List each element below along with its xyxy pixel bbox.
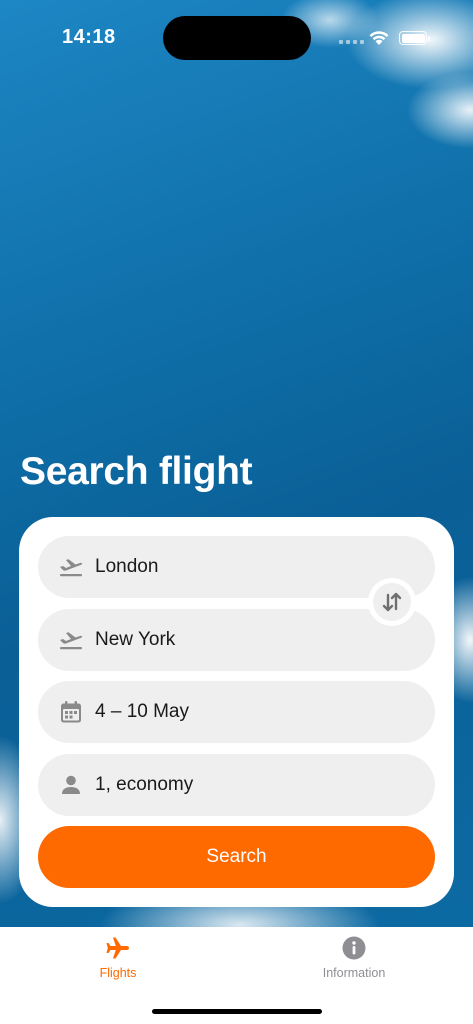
wifi-icon (369, 31, 389, 45)
tab-flights-label: Flights (99, 966, 137, 980)
destination-value: New York (95, 629, 176, 650)
info-icon (342, 936, 366, 960)
search-button[interactable]: Search (38, 826, 435, 888)
airplane-icon (106, 937, 129, 959)
calendar-icon (58, 699, 84, 725)
cellular-signal-icon (339, 40, 364, 44)
tab-information[interactable]: Information (294, 935, 414, 980)
dates-value: 4 – 10 May (95, 701, 189, 722)
status-bar: 14:18 (0, 0, 473, 70)
battery-icon (399, 31, 430, 45)
passengers-value: 1, economy (95, 774, 194, 795)
search-card: London New York 4 – 10 May 1, economy Se… (19, 517, 454, 907)
person-icon (58, 772, 84, 798)
dynamic-island (163, 16, 311, 60)
dates-field[interactable]: 4 – 10 May (38, 681, 435, 743)
status-time: 14:18 (62, 26, 116, 48)
swap-button[interactable] (368, 578, 416, 626)
departure-plane-icon (58, 554, 84, 580)
home-indicator (152, 1009, 322, 1014)
origin-value: London (95, 556, 159, 577)
swap-arrows-icon (382, 592, 402, 612)
tab-flights[interactable]: Flights (58, 935, 178, 980)
tab-information-label: Information (322, 966, 386, 980)
arrival-plane-icon (58, 627, 84, 653)
page-title: Search flight (20, 450, 253, 493)
passengers-field[interactable]: 1, economy (38, 754, 435, 816)
